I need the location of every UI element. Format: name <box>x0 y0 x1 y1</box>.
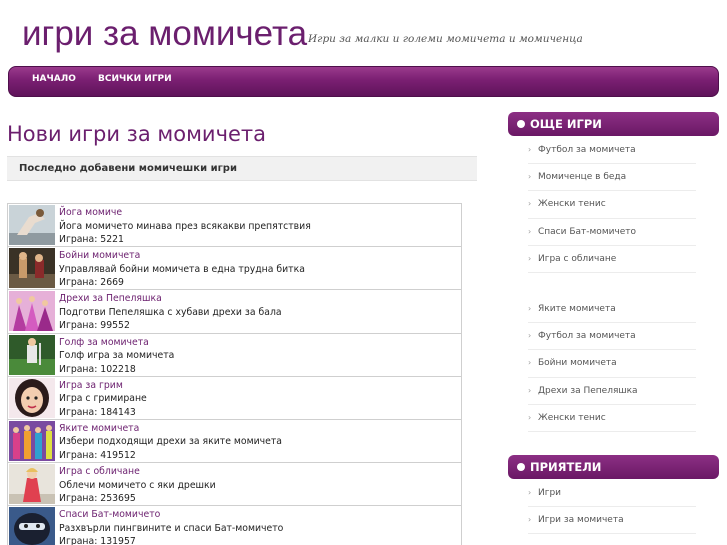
sidebar-link[interactable]: Игри <box>538 488 561 498</box>
chevron-right-icon: › <box>528 253 532 263</box>
chevron-right-icon: › <box>528 145 532 154</box>
chevron-right-icon: › <box>528 226 532 236</box>
list-item[interactable]: › Игри <box>528 480 696 508</box>
nav-all-games-link[interactable]: ВСИЧКИ ИГРИ <box>98 74 172 84</box>
list-item[interactable]: › Футбол за момичета <box>528 323 696 351</box>
game-list: Йога момиче Йога момичето минава през вс… <box>7 203 462 545</box>
bullet-icon <box>517 120 525 128</box>
game-thumbnail-makeup[interactable] <box>9 377 55 418</box>
game-row: Дрехи за Пепеляшка Подготви Пепеляшка с … <box>7 289 462 333</box>
bullet-icon <box>517 463 525 471</box>
game-description: Подготви Пепеляшка с хубави дрехи за бал… <box>59 306 282 318</box>
more-games-list: › Футбол за момичета › Момиченце в беда › Ж… <box>528 137 696 273</box>
game-description: Игра с гримиране <box>59 393 147 405</box>
game-row: Яките момичета Избери подходящи дрехи за… <box>7 418 462 463</box>
friends-list: › Игри › Игри за момичета <box>528 480 696 535</box>
game-thumbnail-batgirl[interactable] <box>9 507 55 545</box>
game-play-count: Играна: 5221 <box>59 234 124 245</box>
game-thumbnail-dress-up[interactable] <box>9 464 55 505</box>
nav-home-link[interactable]: НАЧАЛО <box>32 74 76 84</box>
game-title-link[interactable]: Дрехи за Пепеляшка <box>59 292 282 306</box>
game-title-link[interactable]: Яките момичета <box>59 422 282 436</box>
popular-games-list: › Яките момичета › Футбол за момичета › Бой… <box>528 296 696 432</box>
main-navigation: НАЧАЛО ВСИЧКИ ИГРИ <box>8 66 719 97</box>
game-description: Избери подходящи дрехи за яките момичета <box>59 436 282 448</box>
game-description: Йога момичето минава през всякакви препя… <box>59 220 311 232</box>
site-tagline: Игри за малки и големи момичета и момиче… <box>308 33 583 45</box>
sidebar-link[interactable]: Женски тенис <box>538 413 606 423</box>
chevron-right-icon: › <box>528 412 532 422</box>
game-title-link[interactable]: Игра за грим <box>59 379 147 393</box>
more-games-title: ОЩЕ ИГРИ <box>530 117 602 131</box>
friends-title: ПРИЯТЕЛИ <box>530 460 602 474</box>
chevron-right-icon: › <box>528 199 532 209</box>
sidebar-link[interactable]: Футбол за момичета <box>538 145 636 155</box>
game-title-link[interactable]: Йога момиче <box>59 206 311 220</box>
site-title[interactable]: игри за момичета <box>22 14 307 54</box>
list-item[interactable]: › Спаси Бат-момичето <box>528 219 696 246</box>
game-title-link[interactable]: Игра с обличане <box>59 465 216 479</box>
friends-header: ПРИЯТЕЛИ <box>508 455 719 479</box>
sidebar-link[interactable]: Футбол за момичета <box>538 331 636 341</box>
more-games-header: ОЩЕ ИГРИ <box>508 112 719 136</box>
sidebar-link[interactable]: Яките момичета <box>538 304 616 314</box>
game-row: Голф за момичета Голф игра за момичета И… <box>7 332 462 376</box>
sidebar-link[interactable]: Спаси Бат-момичето <box>538 227 636 237</box>
list-item[interactable]: › Бойни момичета <box>528 350 696 378</box>
game-title-link[interactable]: Голф за момичета <box>59 336 174 350</box>
game-thumbnail-cinderella[interactable] <box>9 291 55 332</box>
game-thumbnail-yoga[interactable] <box>9 205 55 245</box>
sidebar-link[interactable]: Игри за момичета <box>538 515 624 525</box>
game-play-count: Играна: 419512 <box>59 449 136 461</box>
chevron-right-icon: › <box>528 358 532 368</box>
game-description: Облечи момичето с яки дрешки <box>59 479 216 491</box>
game-description: Управлявай бойни момичета в една трудна … <box>59 263 305 275</box>
sidebar-link[interactable]: Дрехи за Пепеляшка <box>538 386 638 396</box>
list-item[interactable]: › Игра с обличане <box>528 246 696 273</box>
sidebar-link[interactable]: Бойни момичета <box>538 358 617 368</box>
list-item[interactable]: › Яките момичета <box>528 296 696 324</box>
game-play-count: Играна: 131957 <box>59 536 136 545</box>
game-row: Йога момиче Йога момичето минава през вс… <box>7 203 462 247</box>
chevron-right-icon: › <box>528 385 532 395</box>
game-play-count: Играна: 2669 <box>59 277 124 289</box>
game-play-count: Играна: 102218 <box>59 363 136 375</box>
page-title: Нови игри за момичета <box>7 122 266 146</box>
list-item[interactable]: › Дрехи за Пепеляшка <box>528 378 696 405</box>
game-play-count: Играна: 253695 <box>59 493 136 505</box>
chevron-right-icon: › <box>528 331 532 341</box>
game-description: Разхвърли пингвините и спаси Бат-момичет… <box>59 522 284 534</box>
game-row: Спаси Бат-момичето Разхвърли пингвините … <box>7 505 462 545</box>
game-thumbnail-fighting[interactable] <box>9 248 55 289</box>
game-play-count: Играна: 99552 <box>59 320 130 332</box>
sidebar-link[interactable]: Момиченце в беда <box>538 172 626 182</box>
sidebar-link[interactable]: Женски тенис <box>538 199 606 209</box>
list-item[interactable]: › Женски тенис <box>528 191 696 219</box>
list-item[interactable]: › Женски тенис <box>528 405 696 432</box>
game-row: Бойни момичета Управлявай бойни момичета… <box>7 246 462 290</box>
game-title-link[interactable]: Спаси Бат-момичето <box>59 508 283 522</box>
game-row: Игра за грим Игра с гримиране Играна: 18… <box>7 375 462 419</box>
chevron-right-icon: › <box>528 515 532 525</box>
section-subheading: Последно добавени момичешки игри <box>7 156 477 181</box>
game-play-count: Играна: 184143 <box>59 406 136 418</box>
sidebar-link[interactable]: Игра с обличане <box>538 254 616 264</box>
chevron-right-icon: › <box>528 488 532 497</box>
game-row: Игра с обличане Облечи момичето с яки др… <box>7 462 462 506</box>
game-thumbnail-golf[interactable] <box>9 334 55 375</box>
list-item[interactable]: › Футбол за момичета <box>528 137 696 165</box>
list-item[interactable]: › Игри за момичета <box>528 507 696 535</box>
chevron-right-icon: › <box>528 304 532 313</box>
game-thumbnail-cool-girls[interactable] <box>9 420 55 461</box>
game-description: Голф игра за момичета <box>59 350 175 362</box>
chevron-right-icon: › <box>528 172 532 182</box>
section-subheading-label: Последно добавени момичешки игри <box>19 163 237 174</box>
game-title-link[interactable]: Бойни момичета <box>59 249 305 263</box>
list-item[interactable]: › Момиченце в беда <box>528 164 696 192</box>
